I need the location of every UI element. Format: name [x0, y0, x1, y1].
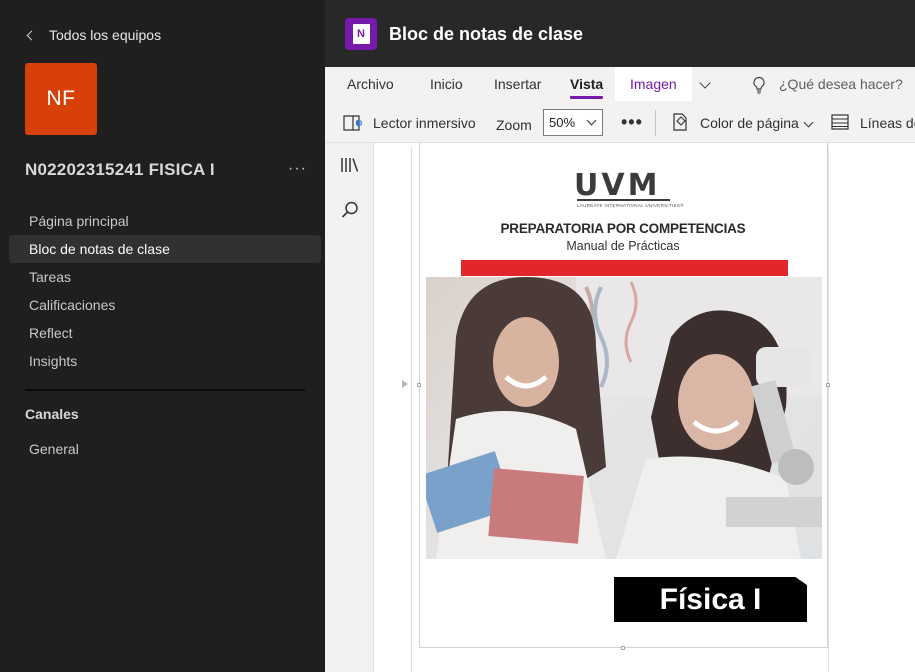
back-to-teams-link[interactable]: Todos los equipos — [24, 24, 161, 46]
notebooks-icon[interactable] — [340, 156, 360, 174]
lightbulb-icon — [753, 76, 765, 94]
chevron-down-icon[interactable] — [699, 77, 711, 89]
uvm-logo: UVM — [574, 168, 661, 203]
cover-accent-bar — [461, 260, 788, 276]
chevron-down-icon — [586, 115, 597, 126]
zoom-label: Zoom — [496, 117, 532, 133]
app-header: N Bloc de notas de clase — [325, 0, 915, 67]
logo-underline — [577, 199, 670, 201]
team-avatar[interactable]: NF — [25, 63, 97, 135]
tab-insertar[interactable]: Insertar — [494, 67, 541, 101]
zoom-select[interactable]: 50% — [543, 109, 603, 136]
nav-item-home[interactable]: Página principal — [9, 207, 321, 235]
cover-title: Física I — [614, 577, 807, 622]
chevron-left-icon — [26, 30, 37, 40]
cover-subheading: Manual de Prácticas — [566, 239, 680, 253]
immersive-reader-icon[interactable] — [342, 113, 364, 133]
onenote-icon-letter: N — [352, 24, 370, 44]
toolbar-divider — [655, 110, 656, 136]
onenote-icon: N — [345, 18, 377, 50]
page-color-button[interactable]: Color de página — [700, 115, 799, 131]
nav-item-grades[interactable]: Calificaciones — [9, 291, 321, 319]
search-icon[interactable] — [340, 200, 360, 220]
rule-lines-button[interactable]: Líneas de — [860, 115, 915, 131]
tab-vista[interactable]: Vista — [570, 67, 604, 101]
page-border — [411, 147, 412, 672]
sidebar-divider — [25, 389, 305, 391]
tab-archivo[interactable]: Archivo — [347, 67, 394, 101]
resize-handle[interactable] — [621, 646, 625, 650]
page-border — [828, 147, 829, 672]
team-more-options-button[interactable]: ··· — [288, 160, 307, 178]
nav-item-assignments[interactable]: Tareas — [9, 263, 321, 291]
cover-photo — [426, 277, 822, 559]
rule-lines-icon[interactable] — [831, 114, 849, 130]
nav-item-insights[interactable]: Insights — [9, 347, 321, 375]
resize-handle[interactable] — [826, 383, 830, 387]
notebook-rail — [325, 143, 374, 672]
back-label: Todos los equipos — [49, 27, 162, 43]
page-canvas[interactable]: UVM LAUREATE INTERNATIONAL UNIVERSITIES®… — [374, 143, 915, 672]
page-marker-icon — [402, 380, 408, 388]
more-options-button[interactable]: ••• — [621, 112, 643, 133]
chevron-down-icon[interactable] — [803, 117, 814, 128]
tab-imagen[interactable]: Imagen — [615, 67, 692, 101]
team-nav: Página principal Bloc de notas de clase … — [9, 207, 321, 375]
immersive-reader-button[interactable]: Lector inmersivo — [373, 115, 476, 131]
resize-handle[interactable] — [417, 383, 421, 387]
tell-me-search[interactable]: ¿Qué desea hacer? — [779, 76, 903, 92]
logo-subtext: LAUREATE INTERNATIONAL UNIVERSITIES® — [577, 203, 684, 208]
nav-item-reflect[interactable]: Reflect — [9, 319, 321, 347]
app-title: Bloc de notas de clase — [389, 24, 584, 44]
team-name: N02202315241 FISICA I — [25, 160, 215, 179]
channel-general[interactable]: General — [29, 441, 79, 457]
ribbon-toolbar: Lector inmersivo Zoom 50% ••• Color de p… — [325, 104, 915, 142]
page-color-icon[interactable] — [671, 112, 689, 132]
tab-inicio[interactable]: Inicio — [430, 67, 463, 101]
nav-item-class-notebook[interactable]: Bloc de notas de clase — [9, 235, 321, 263]
cover-heading: PREPARATORIA POR COMPETENCIAS — [500, 221, 746, 236]
ribbon: Archivo Inicio Insertar Vista Imagen ¿Qu… — [325, 67, 915, 143]
zoom-value: 50% — [549, 115, 576, 130]
teams-sidebar: Todos los equipos NF N02202315241 FISICA… — [0, 0, 325, 672]
ribbon-tabs: Archivo Inicio Insertar Vista Imagen ¿Qu… — [325, 67, 915, 101]
channels-heading: Canales — [25, 406, 79, 422]
